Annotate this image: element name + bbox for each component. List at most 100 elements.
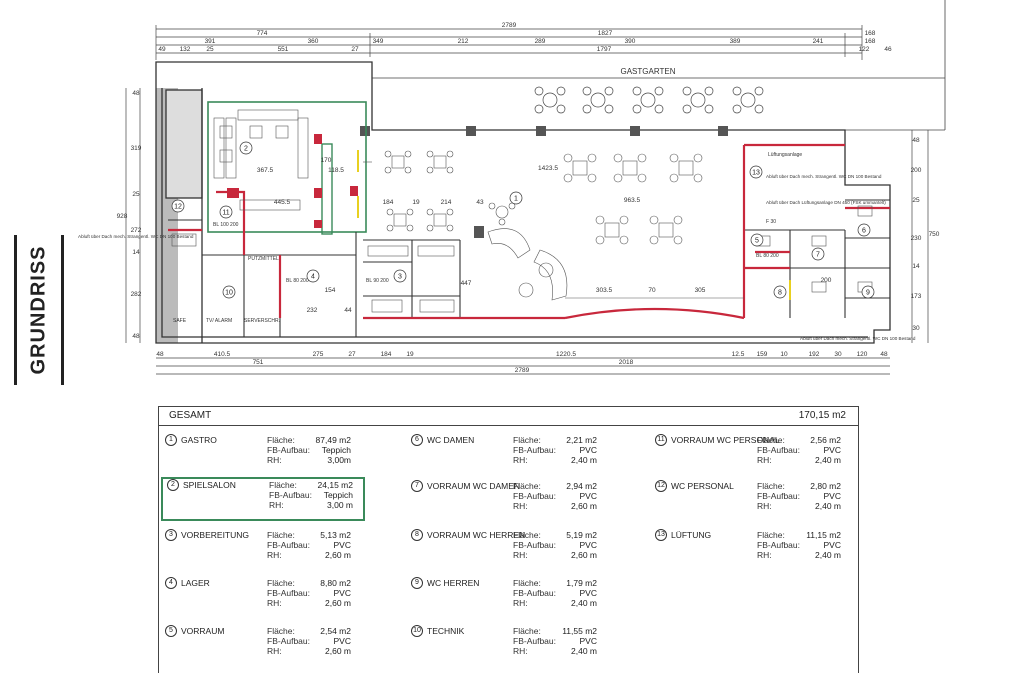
room-height: 2,40 m bbox=[815, 501, 841, 511]
room-name: VORRAUM WC HERREN bbox=[427, 530, 526, 540]
label-f30: F 30 bbox=[766, 219, 776, 225]
room-marker-10: 10 bbox=[222, 285, 236, 299]
room-floor: PVC bbox=[333, 636, 351, 646]
room-marker-4: 4 bbox=[306, 269, 320, 283]
svg-text:11: 11 bbox=[222, 210, 229, 217]
room-field-values: 24,15 m2 Teppich 3,00 m bbox=[313, 480, 353, 510]
room-field-labels: Fläche: FB-Aufbau: RH: bbox=[513, 530, 556, 560]
room-field-values: 2,21 m2 PVC 2,40 m bbox=[557, 435, 597, 465]
dim-19: 19 bbox=[412, 199, 420, 206]
room-field-values: 5,19 m2 PVC 2,60 m bbox=[557, 530, 597, 560]
room-height: 2,60 m bbox=[325, 598, 351, 608]
dim-left-282: 282 bbox=[131, 291, 142, 298]
dim-b-192: 192 bbox=[809, 351, 820, 358]
area-label: Fläche: bbox=[267, 626, 295, 636]
room-marker-6: 6 bbox=[857, 223, 871, 237]
dim-774: 774 bbox=[257, 30, 268, 37]
dim-232: 232 bbox=[307, 307, 318, 314]
room-height: 3,00 m bbox=[327, 500, 353, 510]
dim-overall-top: 2789 bbox=[502, 22, 517, 29]
gastro-furniture bbox=[363, 150, 744, 301]
room-entry-3: 3 VORBEREITUNG Fläche: FB-Aufbau: RH: 5,13 m2… bbox=[161, 529, 389, 573]
height-label: RH: bbox=[757, 550, 772, 560]
dim-349: 349 bbox=[373, 38, 384, 45]
dim-367-5: 367.5 bbox=[257, 167, 274, 174]
svg-text:9: 9 bbox=[866, 290, 870, 297]
label-putzmittel: PUTZMITTEL bbox=[248, 256, 279, 262]
room-field-values: 2,54 m2 PVC 2,60 m bbox=[311, 626, 351, 656]
dim-49: 49 bbox=[158, 46, 166, 53]
room-area: 5,13 m2 bbox=[320, 530, 351, 540]
area-label: Fläche: bbox=[267, 530, 295, 540]
height-label: RH: bbox=[267, 646, 282, 656]
area-label: Fläche: bbox=[513, 578, 541, 588]
room-field-labels: Fläche: FB-Aufbau: RH: bbox=[757, 435, 800, 465]
room-floor: PVC bbox=[823, 540, 841, 550]
room-field-values: 2,56 m2 PVC 2,40 m bbox=[801, 435, 841, 465]
room-floor: Teppich bbox=[323, 490, 353, 500]
room-entry-6: 6 WC DAMEN Fläche: FB-Aufbau: RH: 2,21 m2 PVC 2… bbox=[407, 434, 635, 478]
area-label: Fläche: bbox=[513, 626, 541, 636]
note-right-bottom: Abluft über Dach mech. Strangentl. WC DN… bbox=[800, 336, 916, 341]
room-number-badge: 7 bbox=[411, 480, 423, 492]
dim-b-1220-5: 1220.5 bbox=[556, 351, 576, 358]
note-right-top: Abluft über Dach mech. Strangentl. WC DN… bbox=[766, 174, 882, 179]
room-name: WC DAMEN bbox=[427, 435, 475, 445]
room-name: TECHNIK bbox=[427, 626, 465, 636]
dim-122: 122 bbox=[859, 46, 870, 53]
room-entry-4: 4 LAGER Fläche: FB-Aufbau: RH: 8,80 m2 PVC 2,60… bbox=[161, 577, 389, 621]
note-left: Abluft über Dach mech. Strangentl. WC DN… bbox=[78, 234, 194, 239]
area-label: Fläche: bbox=[513, 481, 541, 491]
room-entry-5: 5 VORRAUM Fläche: FB-Aufbau: RH: 2,54 m2 PVC 2,… bbox=[161, 625, 389, 669]
label-tv-alarm: TV/ ALARM bbox=[206, 318, 232, 324]
dim-154: 154 bbox=[325, 287, 336, 294]
room-field-values: 2,94 m2 PVC 2,60 m bbox=[557, 481, 597, 511]
dim-left-48b: 48 bbox=[132, 333, 140, 340]
room-marker-9: 9 bbox=[861, 285, 875, 299]
svg-text:10: 10 bbox=[225, 290, 233, 297]
dim-b-48b: 48 bbox=[880, 351, 888, 358]
dim-right-25: 25 bbox=[912, 197, 920, 204]
height-label: RH: bbox=[267, 598, 282, 608]
room-number-badge: 12 bbox=[655, 480, 667, 492]
area-label: Fläche: bbox=[757, 481, 785, 491]
floor-label: FB-Aufbau: bbox=[757, 445, 800, 455]
room-field-labels: Fläche: FB-Aufbau: RH: bbox=[267, 578, 310, 608]
dim-360: 360 bbox=[308, 38, 319, 45]
room-name: LÜFTUNG bbox=[671, 530, 712, 540]
total-value: 170,15 m2 bbox=[798, 410, 846, 421]
room-area: 1,79 m2 bbox=[566, 578, 597, 588]
dim-b-751: 751 bbox=[253, 359, 264, 366]
room-height: 2,40 m bbox=[571, 455, 597, 465]
room-height: 3,00m bbox=[327, 455, 351, 465]
dim-right-173: 173 bbox=[911, 293, 922, 300]
height-label: RH: bbox=[267, 455, 282, 465]
dim-right-30: 30 bbox=[912, 325, 920, 332]
room-field-labels: Fläche: FB-Aufbau: RH: bbox=[757, 481, 800, 511]
room-marker-1: 1 bbox=[509, 191, 523, 205]
svg-text:4: 4 bbox=[311, 274, 315, 281]
dim-1797: 1797 bbox=[597, 46, 612, 53]
yellow-doors bbox=[357, 150, 791, 300]
svg-text:3: 3 bbox=[398, 274, 402, 281]
right-dimension-texts: 48 200 25 230 14 173 30 750 bbox=[911, 137, 940, 332]
floor-label: FB-Aufbau: bbox=[513, 445, 556, 455]
room-name: VORRAUM WC DAMEN bbox=[427, 481, 521, 491]
dim-241: 241 bbox=[813, 38, 824, 45]
room-area: 2,56 m2 bbox=[810, 435, 841, 445]
room-marker-3: 3 bbox=[393, 269, 407, 283]
room-field-values: 87,49 m2 Teppich 3,00m bbox=[311, 435, 351, 465]
dim-289: 289 bbox=[535, 38, 546, 45]
label-safe: SAFE bbox=[173, 318, 187, 324]
room-field-labels: Fläche: FB-Aufbau: RH: bbox=[513, 481, 556, 511]
floor-label: FB-Aufbau: bbox=[267, 636, 310, 646]
room-entry-2: 2 SPIELSALON Fläche: FB-Aufbau: RH: 24,15 m2 T… bbox=[161, 477, 365, 521]
room-area: 2,54 m2 bbox=[320, 626, 351, 636]
room-number-badge: 10 bbox=[411, 625, 423, 637]
room-field-values: 5,13 m2 PVC 2,60 m bbox=[311, 530, 351, 560]
room-number-badge: 8 bbox=[411, 529, 423, 541]
dim-left-319: 319 bbox=[131, 145, 142, 152]
dim-right-48a: 48 bbox=[912, 137, 920, 144]
dim-214: 214 bbox=[441, 199, 452, 206]
area-label: Fläche: bbox=[513, 435, 541, 445]
